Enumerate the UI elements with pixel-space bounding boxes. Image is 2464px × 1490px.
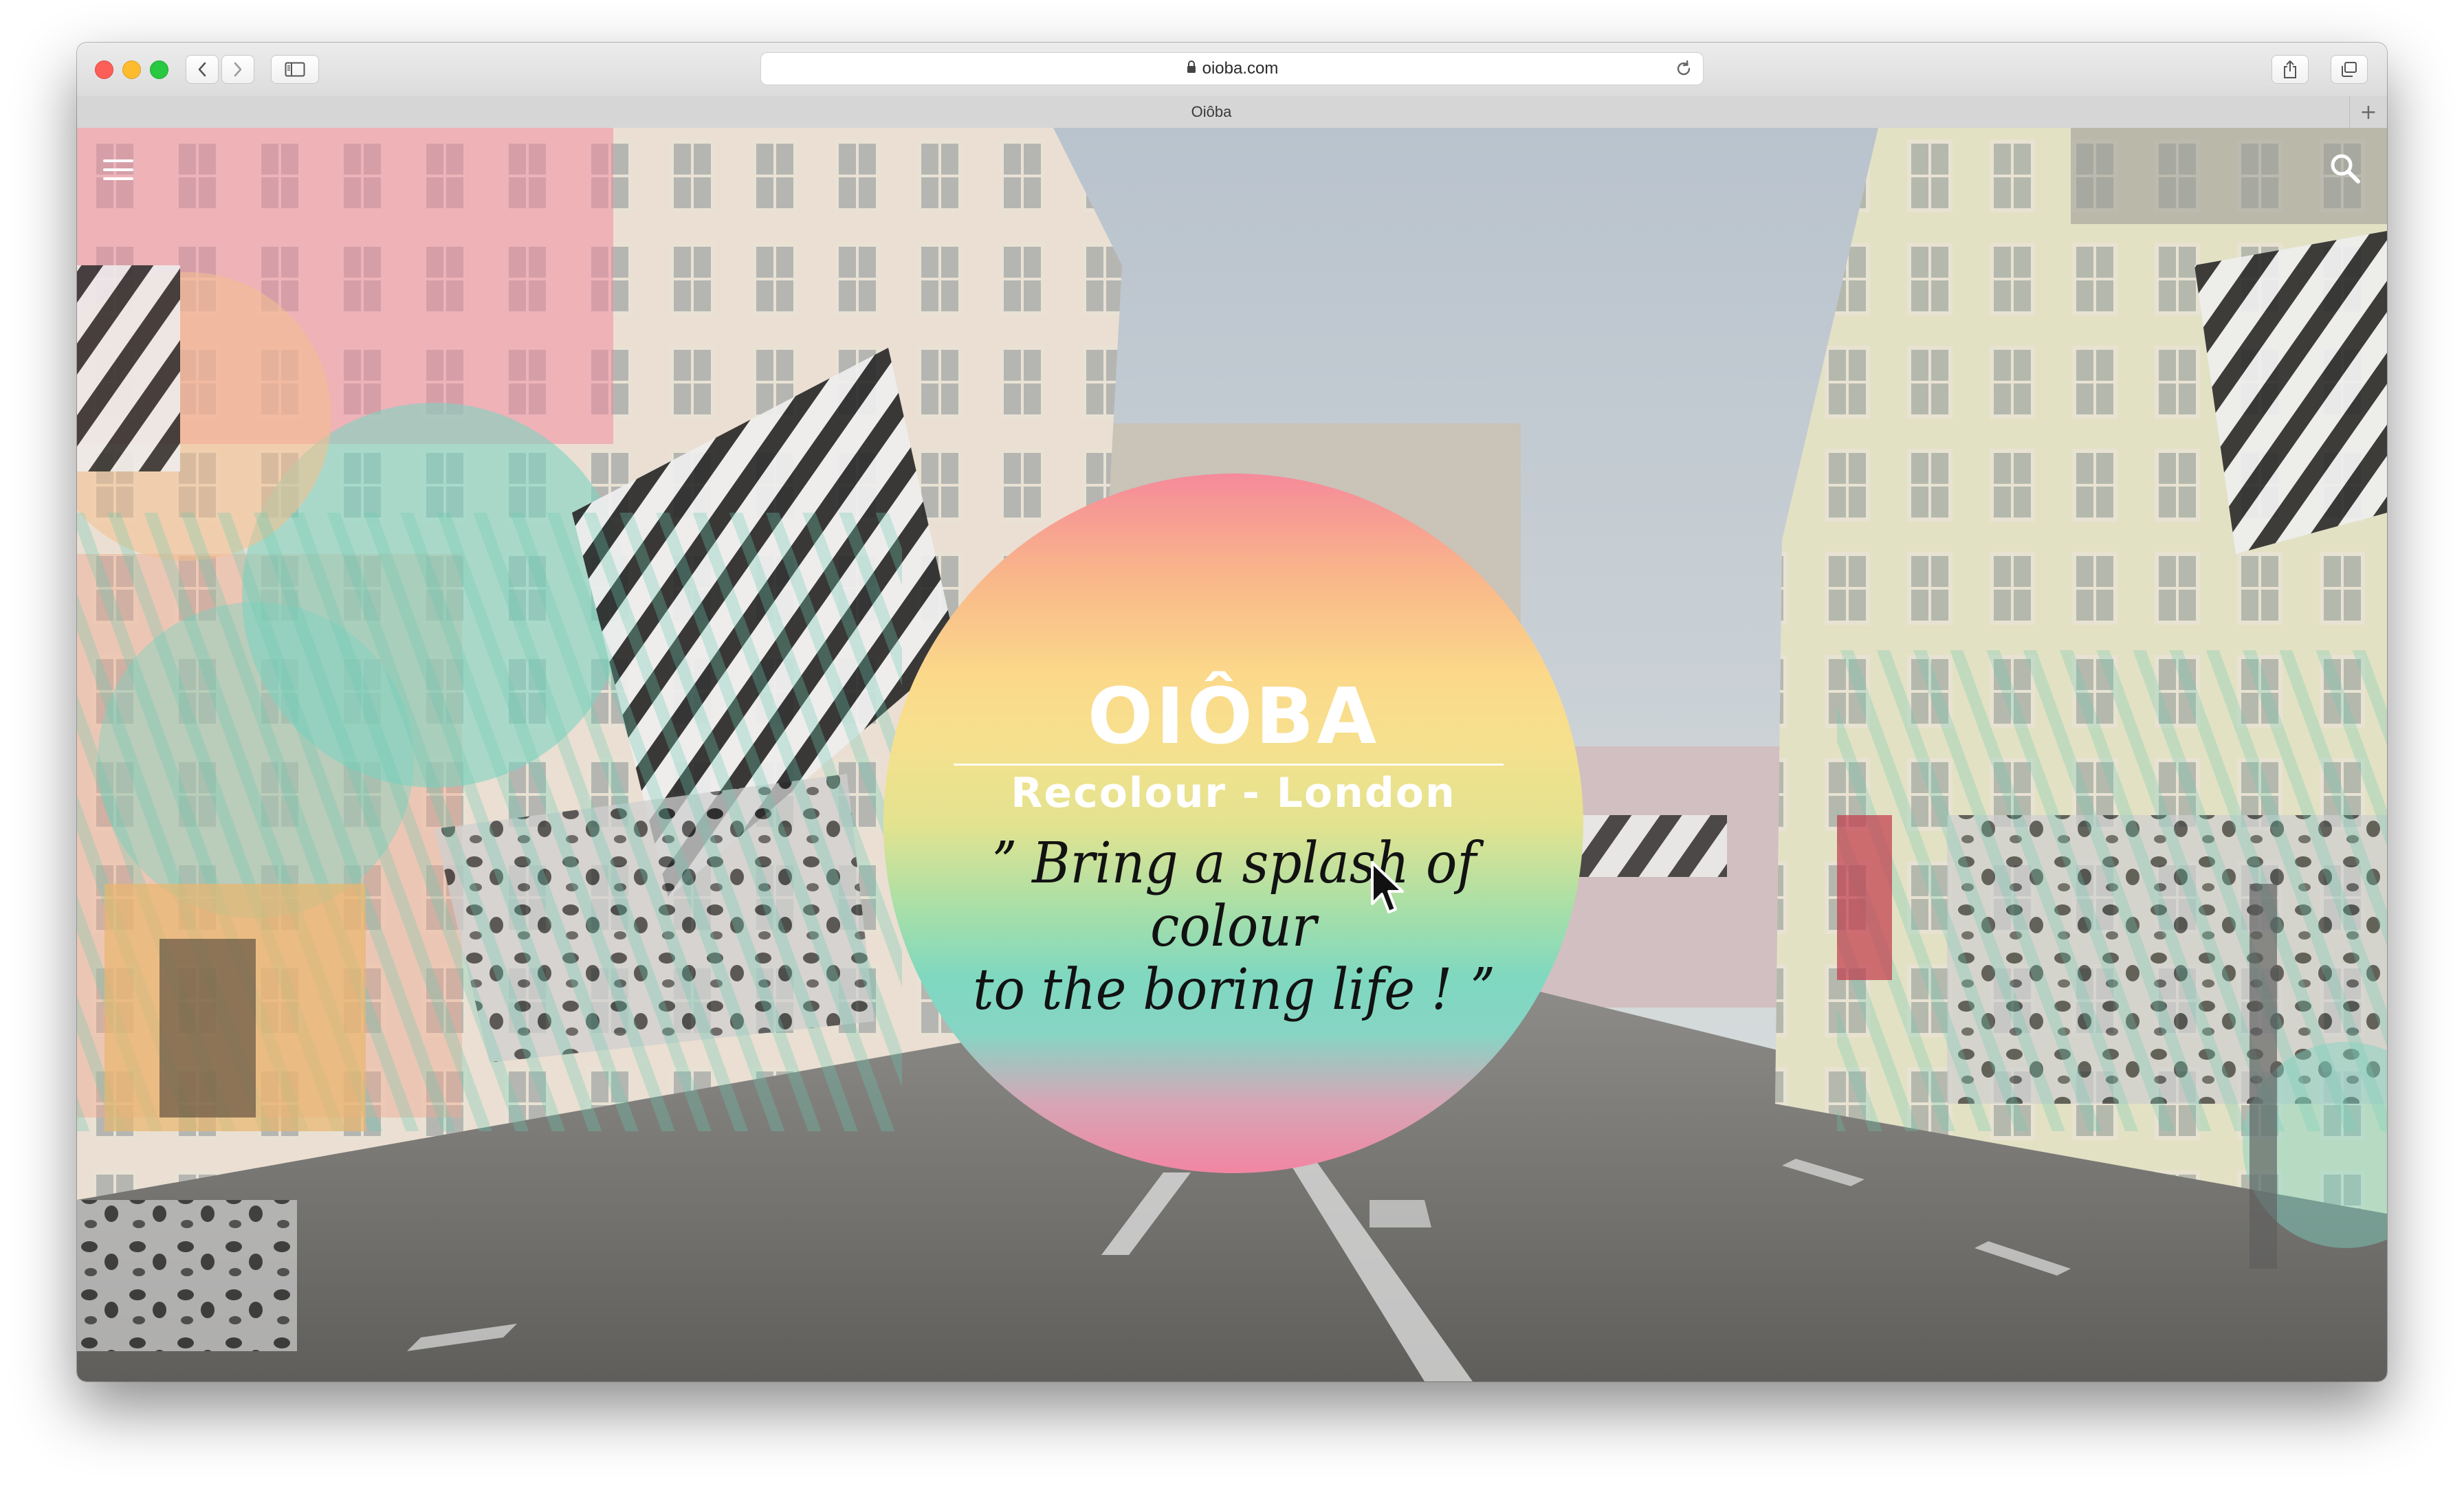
close-window-button[interactable] bbox=[95, 60, 113, 79]
new-tab-button[interactable]: + bbox=[2349, 96, 2387, 128]
tab-active[interactable]: Oiôba bbox=[77, 96, 2346, 128]
chevron-left-icon bbox=[198, 62, 206, 77]
address-bar[interactable]: oioba.com bbox=[760, 52, 1704, 85]
tagline-line-1: ˮ Bring a splash of colour bbox=[990, 831, 1477, 959]
back-button[interactable] bbox=[186, 55, 219, 84]
hero-circle: OIÔBA Recolour - London ˮ Bring a splash… bbox=[883, 474, 1583, 1173]
browser-toolbar: oioba.com bbox=[77, 43, 2387, 97]
tab-bar: Oiôba + bbox=[77, 96, 2387, 129]
search-icon[interactable] bbox=[2329, 153, 2361, 187]
reload-icon[interactable] bbox=[1674, 59, 1693, 81]
tabs-overview-button[interactable] bbox=[2331, 55, 2368, 84]
tabs-overview-icon bbox=[2342, 62, 2357, 77]
title-divider bbox=[954, 764, 1504, 766]
page-content: OIÔBA Recolour - London ˮ Bring a splash… bbox=[77, 128, 2387, 1381]
tagline-line-2: to the boring life ! ˮ bbox=[973, 957, 1494, 1023]
forward-button[interactable] bbox=[221, 55, 254, 84]
hamburger-menu-icon[interactable] bbox=[103, 158, 133, 184]
lock-icon bbox=[1186, 59, 1197, 78]
zoom-window-button[interactable] bbox=[150, 60, 168, 79]
hero-tagline: ˮ Bring a splash of colour to the boring… bbox=[937, 832, 1530, 1022]
hero-subtitle: Recolour - London bbox=[1011, 769, 1456, 817]
sidebar-icon bbox=[285, 62, 305, 77]
browser-window: oioba.com Oiôba + OIÔBA Recolour - Londo… bbox=[77, 43, 2387, 1381]
share-icon bbox=[2284, 60, 2296, 78]
brand-logo[interactable]: OIÔBA bbox=[883, 678, 1583, 755]
mouse-pointer-icon bbox=[1370, 860, 1411, 920]
share-button[interactable] bbox=[2272, 55, 2309, 84]
address-url: oioba.com bbox=[1202, 59, 1279, 78]
minimize-window-button[interactable] bbox=[122, 60, 141, 79]
chevron-right-icon bbox=[234, 62, 242, 77]
tab-title: Oiôba bbox=[1191, 103, 1232, 120]
new-tab-label: + bbox=[2360, 100, 2377, 124]
sidebar-button[interactable] bbox=[271, 55, 319, 84]
